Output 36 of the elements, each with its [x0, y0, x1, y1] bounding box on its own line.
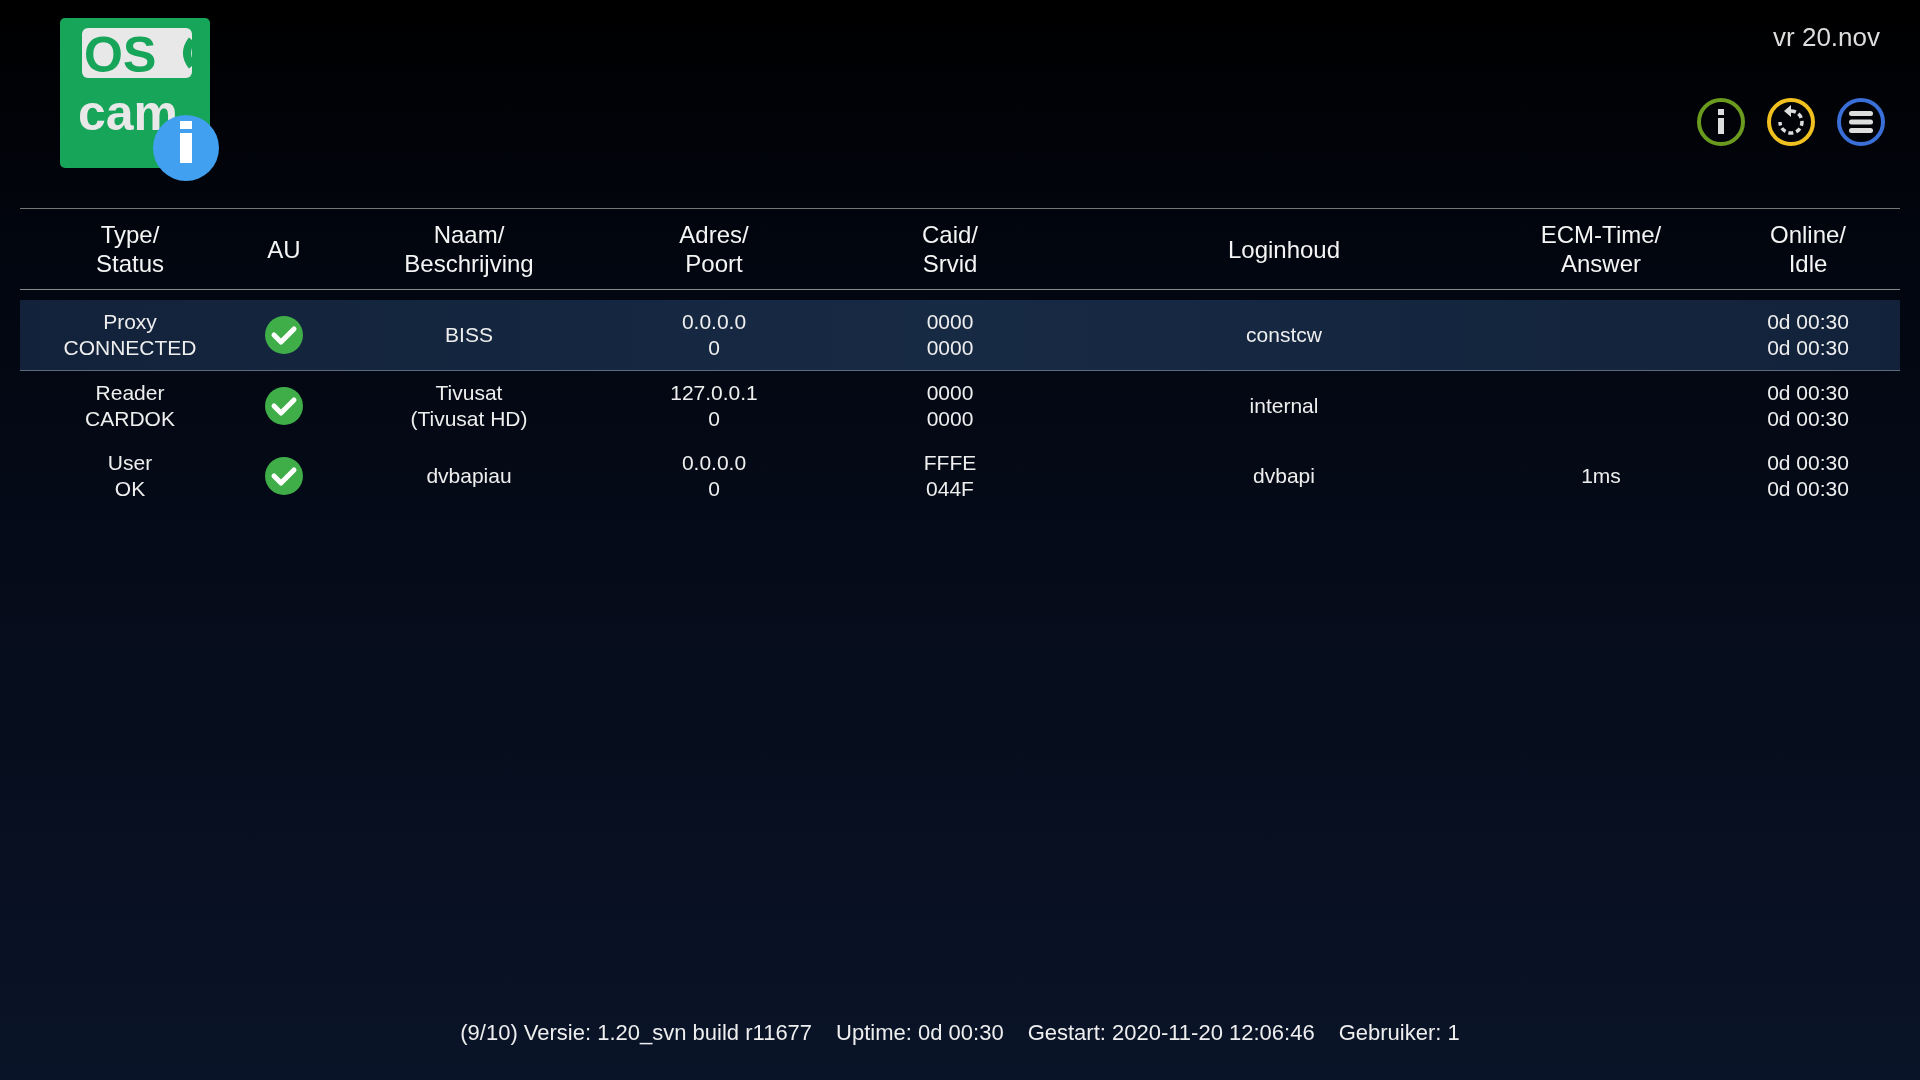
date-text: vr 20.nov	[1773, 22, 1880, 53]
table-cell-text: 0d 00:30 0d 00:30	[1766, 380, 1850, 432]
column-header: ECM-Time/ Answer	[1539, 220, 1663, 279]
table-cell-text: Proxy CONNECTED	[62, 309, 198, 361]
status-text: Uptime: 0d 00:30	[836, 1020, 1004, 1046]
menu-icon[interactable]	[1836, 97, 1886, 147]
restart-icon[interactable]	[1766, 97, 1816, 147]
column-header: Naam/ Beschrijving	[403, 220, 535, 279]
table-cell-text: 0000 0000	[925, 309, 975, 361]
info-icon[interactable]	[1696, 97, 1746, 147]
column-header: Adres/ Poort	[678, 220, 750, 279]
status-text: Gebruiker: 1	[1338, 1020, 1460, 1046]
status-text: (9/10) Versie: 1.20_svn build r11677	[460, 1020, 813, 1046]
table-cell-text: 0.0.0.0 0	[680, 450, 748, 502]
column-header: AU	[266, 234, 302, 265]
column-header: Type/ Status	[94, 220, 165, 279]
table-cell-text: constcw	[1245, 322, 1323, 348]
column-header: Online/ Idle	[1768, 220, 1847, 279]
table-cell-text: 1ms	[1580, 463, 1622, 489]
table-cell-text: 0d 00:30 0d 00:30	[1766, 450, 1850, 502]
table-cell-text: Reader CARDOK	[84, 380, 176, 432]
table-cell-text: 0000 0000	[925, 380, 975, 432]
table-cell-text: BISS	[444, 322, 494, 348]
table-cell-text: 127.0.0.1 0	[669, 380, 759, 432]
table-cell-text: dvbapiau	[425, 463, 513, 489]
table-cell-text: Tivusat (Tivusat HD)	[409, 380, 529, 432]
status-text: Gestart: 2020-11-20 12:06:46	[1027, 1020, 1315, 1046]
table-cell-text: FFFE 044F	[922, 450, 978, 502]
selected-row-background[interactable]: Proxy CONNECTED BISS 0.0.0.0 0 0000 0000 constcw 0d 00:30 0d 00:30	[20, 300, 1900, 371]
table-cell-text: 0d 00:30 0d 00:30	[1766, 309, 1850, 361]
column-header: Caid/ Srvid	[921, 220, 979, 279]
table-cell-text: 0.0.0.0 0	[680, 309, 748, 361]
table-cell-text: dvbapi	[1252, 463, 1316, 489]
table-cell-text: User OK	[106, 450, 154, 502]
column-header: Loginhoud	[1226, 234, 1342, 265]
table-cell-text: internal	[1248, 393, 1320, 419]
